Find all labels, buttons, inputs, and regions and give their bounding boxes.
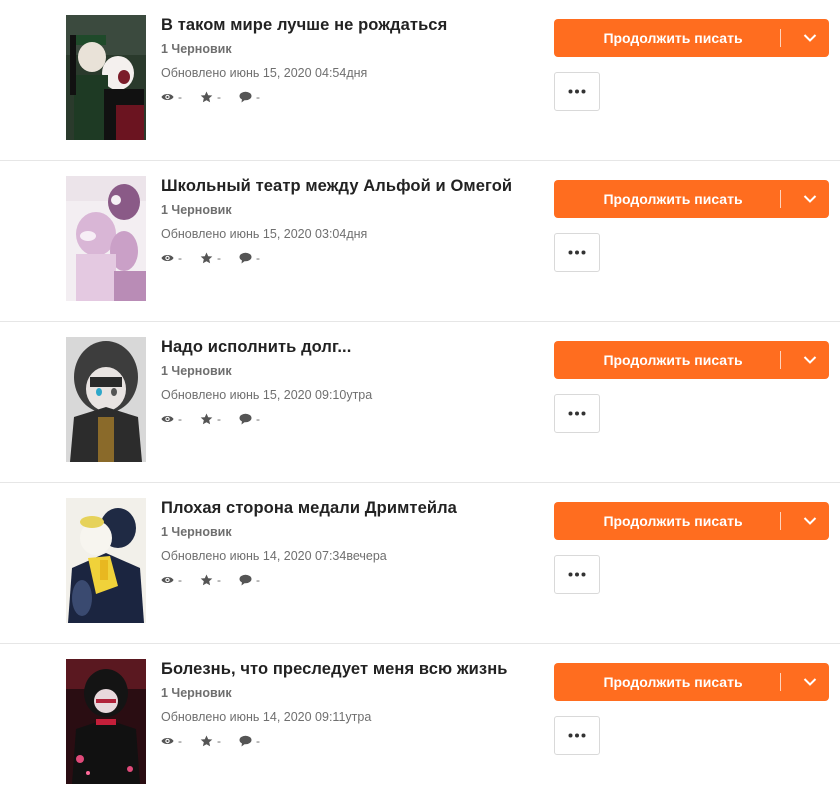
comments-count: - (256, 251, 260, 265)
cover-art (66, 15, 146, 140)
story-row: В таком мире лучше не рождаться 1 Чернов… (0, 0, 840, 161)
continue-writing-button[interactable]: Продолжить писать (554, 341, 829, 379)
votes-count: - (217, 251, 221, 265)
button-separator (780, 351, 781, 369)
comment-icon (239, 413, 252, 425)
chevron-down-icon (803, 517, 817, 525)
cover-art (66, 337, 146, 462)
comment-icon (239, 574, 252, 586)
story-row: Плохая сторона медали Дримтейла 1 Чернов… (0, 483, 840, 644)
continue-writing-button[interactable]: Продолжить писать (554, 663, 829, 701)
more-options-button[interactable] (554, 394, 600, 433)
continue-writing-dropdown[interactable] (792, 663, 829, 701)
button-separator (780, 512, 781, 530)
views-count: - (178, 412, 182, 426)
cover-art (66, 498, 146, 623)
star-icon (200, 91, 213, 103)
story-cover-image[interactable] (66, 176, 146, 301)
continue-writing-label: Продолжить писать (603, 30, 743, 46)
continue-writing-dropdown[interactable] (792, 341, 829, 379)
star-icon (200, 252, 213, 264)
more-horizontal-icon (568, 411, 586, 416)
comments-count: - (256, 412, 260, 426)
story-cover-image[interactable] (66, 337, 146, 462)
continue-writing-dropdown[interactable] (792, 180, 829, 218)
story-row: Надо исполнить долг... 1 Черновик Обновл… (0, 322, 840, 483)
eye-icon (161, 738, 174, 744)
draft-count: 1 Черновик (161, 364, 232, 378)
draft-count: 1 Черновик (161, 525, 232, 539)
continue-writing-button[interactable]: Продолжить писать (554, 502, 829, 540)
updated-timestamp: Обновлено июнь 15, 2020 03:04дня (161, 227, 368, 241)
story-title[interactable]: Школьный театр между Альфой и Омегой (161, 177, 512, 196)
story-row: Болезнь, что преследует меня всю жизнь 1… (0, 644, 840, 805)
eye-icon (161, 94, 174, 100)
continue-writing-button[interactable]: Продолжить писать (554, 180, 829, 218)
story-title[interactable]: Болезнь, что преследует меня всю жизнь (161, 660, 508, 679)
cover-art (66, 659, 146, 784)
updated-timestamp: Обновлено июнь 14, 2020 09:11утра (161, 710, 372, 724)
story-cover-image[interactable] (66, 498, 146, 623)
continue-writing-button[interactable]: Продолжить писать (554, 19, 829, 57)
comment-icon (239, 252, 252, 264)
chevron-down-icon (803, 678, 817, 686)
draft-count: 1 Черновик (161, 203, 232, 217)
cover-art (66, 176, 146, 301)
story-title[interactable]: Плохая сторона медали Дримтейла (161, 499, 457, 518)
comments-count: - (256, 573, 260, 587)
eye-icon (161, 577, 174, 583)
comment-icon (239, 91, 252, 103)
votes-count: - (217, 412, 221, 426)
views-count: - (178, 573, 182, 587)
more-options-button[interactable] (554, 716, 600, 755)
continue-writing-label: Продолжить писать (603, 352, 743, 368)
button-separator (780, 29, 781, 47)
star-icon (200, 413, 213, 425)
chevron-down-icon (803, 195, 817, 203)
comment-icon (239, 735, 252, 747)
votes-count: - (217, 573, 221, 587)
comments-count: - (256, 734, 260, 748)
draft-count: 1 Черновик (161, 42, 232, 56)
more-options-button[interactable] (554, 72, 600, 111)
button-separator (780, 673, 781, 691)
more-horizontal-icon (568, 572, 586, 577)
eye-icon (161, 255, 174, 261)
more-horizontal-icon (568, 250, 586, 255)
views-count: - (178, 251, 182, 265)
comments-count: - (256, 90, 260, 104)
star-icon (200, 735, 213, 747)
views-count: - (178, 90, 182, 104)
story-cover-image[interactable] (66, 15, 146, 140)
chevron-down-icon (803, 356, 817, 364)
eye-icon (161, 416, 174, 422)
updated-timestamp: Обновлено июнь 15, 2020 09:10утра (161, 388, 373, 402)
votes-count: - (217, 90, 221, 104)
story-title[interactable]: Надо исполнить долг... (161, 338, 351, 357)
continue-writing-label: Продолжить писать (603, 191, 743, 207)
button-separator (780, 190, 781, 208)
story-list: В таком мире лучше не рождаться 1 Чернов… (0, 0, 840, 794)
updated-timestamp: Обновлено июнь 14, 2020 07:34вечера (161, 549, 387, 563)
story-row: Школьный театр между Альфой и Омегой 1 Ч… (0, 161, 840, 322)
more-horizontal-icon (568, 89, 586, 94)
star-icon (200, 574, 213, 586)
story-cover-image[interactable] (66, 659, 146, 784)
more-horizontal-icon (568, 733, 586, 738)
story-title[interactable]: В таком мире лучше не рождаться (161, 16, 447, 35)
continue-writing-label: Продолжить писать (603, 674, 743, 690)
more-options-button[interactable] (554, 555, 600, 594)
draft-count: 1 Черновик (161, 686, 232, 700)
continue-writing-dropdown[interactable] (792, 19, 829, 57)
more-options-button[interactable] (554, 233, 600, 272)
chevron-down-icon (803, 34, 817, 42)
votes-count: - (217, 734, 221, 748)
views-count: - (178, 734, 182, 748)
continue-writing-dropdown[interactable] (792, 502, 829, 540)
continue-writing-label: Продолжить писать (603, 513, 743, 529)
updated-timestamp: Обновлено июнь 15, 2020 04:54дня (161, 66, 368, 80)
